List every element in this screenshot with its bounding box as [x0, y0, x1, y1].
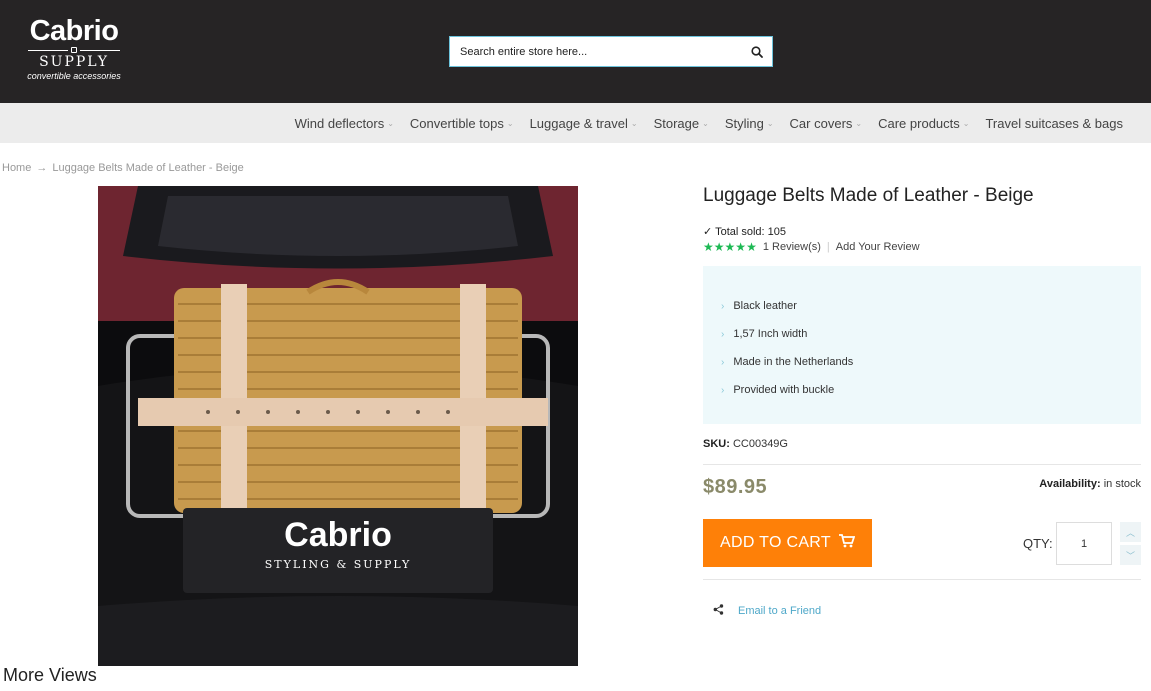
site-logo[interactable]: Cabrio SUPPLY convertible accessories — [22, 16, 126, 86]
nav-item-label: Car covers — [789, 115, 853, 131]
divider — [703, 464, 1141, 465]
share-icon — [713, 604, 724, 618]
arrow-right-icon: → — [36, 162, 48, 174]
email-to-friend-link[interactable]: Email to a Friend — [738, 605, 821, 617]
feature-text: Provided with buckle — [733, 384, 835, 396]
add-to-cart-button[interactable]: ADD TO CART — [703, 519, 872, 567]
sku-label: SKU: — [703, 438, 730, 450]
review-summary: ★ ★ ★ ★ ★ 1 Review(s) | Add Your Review — [703, 240, 920, 254]
qty-label: QTY: — [1023, 536, 1053, 551]
logo-main-text: Cabrio — [29, 15, 119, 47]
nav-item-label: Luggage & travel — [529, 115, 628, 131]
logo-sub-text: SUPPLY — [39, 54, 109, 70]
logo-divider — [22, 46, 126, 54]
chevron-down-icon: ⌄ — [962, 118, 970, 128]
product-image[interactable]: Cabrio STYLING & SUPPLY — [98, 186, 578, 666]
qty-decrease-chevron-down-icon[interactable]: ﹀ — [1120, 545, 1141, 565]
availability: Availability: in stock — [1039, 478, 1141, 490]
more-views-heading: More Views — [3, 665, 97, 685]
share-row: Email to a Friend — [713, 604, 821, 618]
chevron-down-icon: ⌄ — [387, 118, 394, 128]
chevron-down-icon: ⌄ — [855, 118, 863, 128]
chevron-down-icon: ⌄ — [702, 118, 709, 128]
breadcrumb-home-link[interactable]: Home — [2, 162, 31, 174]
plate-logo-subtext: STYLING & SUPPLY — [265, 558, 411, 571]
qty-increase-chevron-up-icon[interactable]: ︿ — [1120, 522, 1141, 542]
total-sold-label: ✓ Total sold: — [703, 226, 765, 238]
add-review-link[interactable]: Add Your Review — [836, 241, 920, 253]
feature-list: › Black leather › 1,57 Inch width › Made in t… — [703, 266, 1141, 424]
site-header: Cabrio SUPPLY convertible accessories — [0, 0, 1151, 103]
nav-item-care-products[interactable]: Care products ⌄ — [870, 116, 977, 131]
chevron-down-icon: ⌄ — [506, 118, 514, 128]
feature-item: › Provided with buckle — [721, 376, 1141, 404]
feature-text: Black leather — [733, 300, 797, 312]
nav-item-convertible-tops[interactable]: Convertible tops ⌄ — [402, 116, 522, 131]
nav-item-travel-suitcases-bags[interactable]: Travel suitcases & bags — [977, 116, 1131, 131]
availability-value: in stock — [1103, 478, 1141, 490]
crest-icon — [71, 47, 77, 53]
product-title: Luggage Belts Made of Leather - Beige — [703, 185, 1034, 206]
total-sold-value: 105 — [767, 226, 787, 238]
sku-value: CC00349G — [732, 438, 788, 450]
chevron-right-icon: › — [721, 356, 725, 368]
total-sold: ✓ Total sold: 105 — [703, 225, 786, 238]
star-icon: ★ — [713, 240, 725, 254]
chevron-down-icon: ⌄ — [766, 118, 774, 128]
star-icon: ★ — [735, 240, 747, 254]
chevron-down-icon: ⌄ — [630, 118, 638, 128]
nav-item-label: Wind deflectors — [294, 115, 385, 131]
feature-item: › 1,57 Inch width — [721, 320, 1141, 348]
nav-item-storage[interactable]: Storage ⌄ — [646, 116, 717, 131]
chevron-right-icon: › — [721, 384, 725, 396]
nav-item-label: Styling — [724, 115, 764, 131]
nav-item-car-covers[interactable]: Car covers ⌄ — [782, 116, 871, 131]
search-input[interactable] — [450, 37, 742, 66]
product-price: $89.95 — [703, 476, 768, 498]
nav-item-label: Convertible tops — [409, 115, 504, 131]
star-icon: ★ — [746, 240, 757, 254]
nav-item-luggage-travel[interactable]: Luggage & travel ⌄ — [522, 116, 646, 131]
main-navigation: Wind deflectors ⌄ Convertible tops ⌄ Luggage… — [0, 103, 1151, 143]
logo-tagline: convertible accessories — [27, 71, 121, 81]
breadcrumb-current: Luggage Belts Made of Leather - Beige — [52, 162, 244, 174]
breadcrumb: Home → Luggage Belts Made of Leather - B… — [2, 162, 244, 174]
star-icon: ★ — [703, 240, 714, 254]
nav-item-wind-deflectors[interactable]: Wind deflectors ⌄ — [287, 116, 402, 131]
nav-item-label: Storage — [653, 115, 700, 131]
feature-item: › Black leather — [721, 292, 1141, 320]
chevron-right-icon: › — [721, 300, 725, 312]
feature-item: › Made in the Netherlands — [721, 348, 1141, 376]
search-bar — [449, 36, 773, 67]
star-icon: ★ — [724, 240, 736, 254]
availability-label: Availability: — [1039, 478, 1101, 490]
rating-stars: ★ ★ ★ ★ ★ — [703, 241, 757, 253]
nav-item-label: Travel suitcases & bags — [985, 115, 1123, 131]
qty-input[interactable] — [1056, 522, 1112, 565]
add-to-cart-label: ADD TO CART — [720, 534, 831, 551]
nav-item-label: Care products — [878, 115, 960, 131]
nav-item-styling[interactable]: Styling ⌄ — [717, 116, 782, 131]
feature-text: Made in the Netherlands — [733, 356, 854, 368]
sku: SKU: CC00349G — [703, 438, 788, 450]
chevron-right-icon: › — [721, 328, 725, 340]
divider — [703, 579, 1141, 580]
search-icon[interactable] — [742, 37, 772, 66]
plate-logo-text: Cabrio — [284, 516, 392, 554]
cart-icon — [838, 533, 856, 553]
feature-text: 1,57 Inch width — [733, 328, 808, 340]
reviews-link[interactable]: 1 Review(s) — [763, 241, 821, 253]
